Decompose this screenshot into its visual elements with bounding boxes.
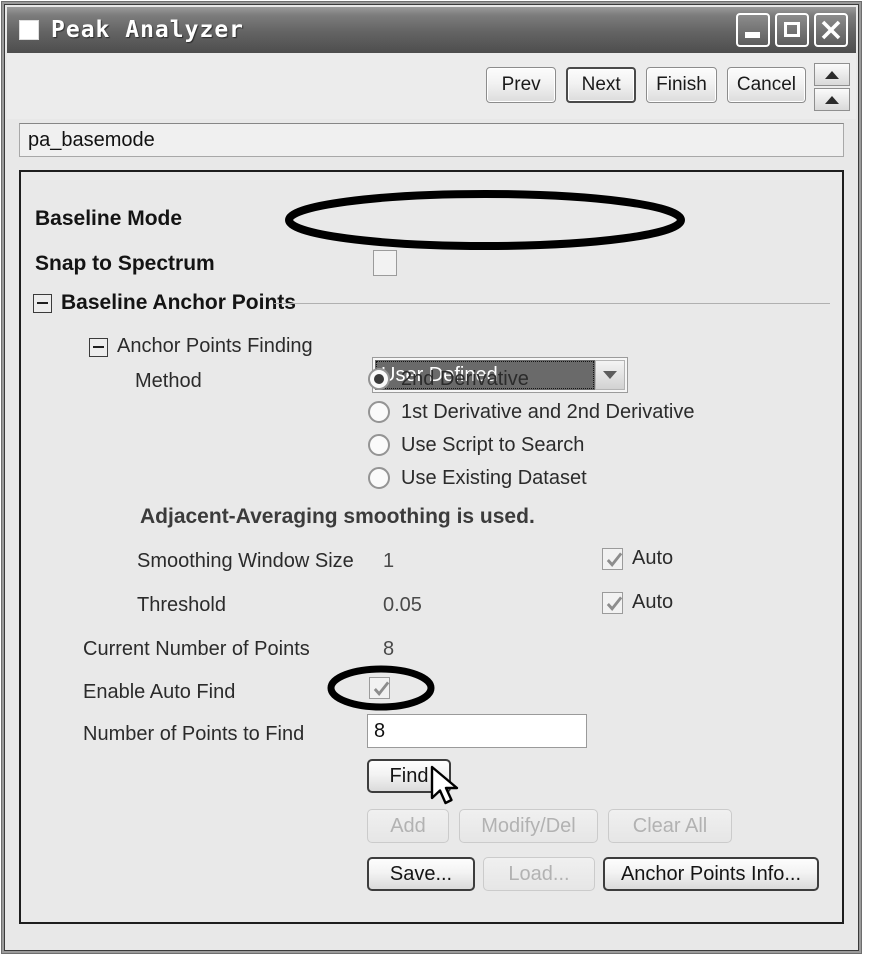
finish-button[interactable]: Finish	[646, 67, 717, 103]
window-title: Peak Analyzer	[51, 17, 245, 43]
anchor-points-finding-label: Anchor Points Finding	[117, 335, 313, 357]
wizard-toolbar: Prev Next Finish Cancel	[7, 53, 856, 119]
theme-name-value: pa_basemode	[28, 128, 155, 151]
method-option-label-1: 1st Derivative and 2nd Derivative	[401, 401, 695, 423]
title-bar[interactable]: Peak Analyzer	[7, 7, 856, 53]
baseline-mode-label: Baseline Mode	[35, 207, 183, 230]
maximize-button[interactable]	[775, 13, 809, 47]
number-of-points-to-find-input[interactable]: 8	[367, 714, 587, 748]
method-radio-1st-and-2nd-derivative[interactable]	[368, 401, 390, 423]
group-separator	[274, 303, 830, 304]
check-icon	[606, 596, 623, 611]
threshold-auto-label: Auto	[632, 591, 674, 613]
baseline-anchor-points-group-label: Baseline Anchor Points	[61, 291, 296, 314]
enable-auto-find-label: Enable Auto Find	[83, 681, 236, 703]
smoothing-window-size-label: Smoothing Window Size	[137, 550, 354, 572]
scroll-up-button-2[interactable]	[814, 88, 850, 111]
modify-del-button: Modify/Del	[459, 809, 598, 843]
theme-name-field[interactable]: pa_basemode	[19, 123, 844, 157]
find-button[interactable]: Find	[367, 759, 451, 793]
baseline-anchor-points-collapse-icon[interactable]	[33, 294, 52, 313]
wizard-nav-buttons: Prev Next Finish Cancel	[486, 67, 806, 103]
cancel-button[interactable]: Cancel	[726, 67, 806, 103]
method-radio-use-script-to-search[interactable]	[368, 434, 390, 456]
scroll-up-button-1[interactable]	[814, 63, 850, 86]
minimize-icon	[745, 32, 760, 38]
save-button[interactable]: Save...	[367, 857, 475, 891]
method-option-label-0: 2nd Derivative	[401, 368, 529, 390]
load-button: Load...	[483, 857, 595, 891]
smoothing-note: Adjacent-Averaging smoothing is used.	[140, 505, 535, 528]
scroll-up-icon	[825, 70, 839, 79]
check-icon	[373, 681, 390, 696]
method-option-label-3: Use Existing Dataset	[401, 467, 587, 489]
smoothing-window-auto-checkbox[interactable]	[602, 548, 623, 570]
method-option-label-2: Use Script to Search	[401, 434, 585, 456]
check-icon	[606, 552, 623, 567]
threshold-value: 0.05	[383, 594, 422, 616]
method-radio-use-existing-dataset[interactable]	[368, 467, 390, 489]
number-of-points-to-find-label: Number of Points to Find	[83, 723, 305, 745]
minimize-button[interactable]	[736, 13, 770, 47]
clear-all-button: Clear All	[608, 809, 732, 843]
close-icon	[821, 20, 841, 40]
threshold-auto-checkbox[interactable]	[602, 592, 623, 614]
peak-analyzer-window: Peak Analyzer Prev Next Finish Cancel pa…	[4, 4, 859, 951]
smoothing-window-size-value: 1	[383, 550, 395, 572]
app-square-icon	[19, 20, 39, 40]
current-number-of-points-label: Current Number of Points	[83, 638, 310, 660]
method-label: Method	[135, 370, 202, 392]
baseline-mode-dropdown-button[interactable]	[595, 360, 625, 390]
current-number-of-points-value: 8	[383, 638, 395, 660]
prev-button[interactable]: Prev	[486, 67, 557, 103]
enable-auto-find-checkbox[interactable]	[369, 677, 390, 699]
method-radio-2nd-derivative[interactable]	[368, 368, 390, 390]
anchor-points-info-button[interactable]: Anchor Points Info...	[603, 857, 819, 891]
next-button[interactable]: Next	[566, 67, 637, 103]
smoothing-window-auto-label: Auto	[632, 547, 674, 569]
chevron-down-icon	[603, 371, 617, 379]
maximize-icon	[784, 22, 800, 37]
anchor-points-finding-collapse-icon[interactable]	[89, 338, 108, 357]
window-controls	[736, 13, 848, 47]
scroll-up-icon	[825, 95, 839, 104]
close-button[interactable]	[814, 13, 848, 47]
snap-to-spectrum-label: Snap to Spectrum	[35, 252, 215, 275]
threshold-label: Threshold	[137, 594, 226, 616]
scroll-arrow-group	[814, 63, 850, 111]
snap-to-spectrum-checkbox[interactable]	[373, 250, 397, 276]
add-button: Add	[367, 809, 449, 843]
